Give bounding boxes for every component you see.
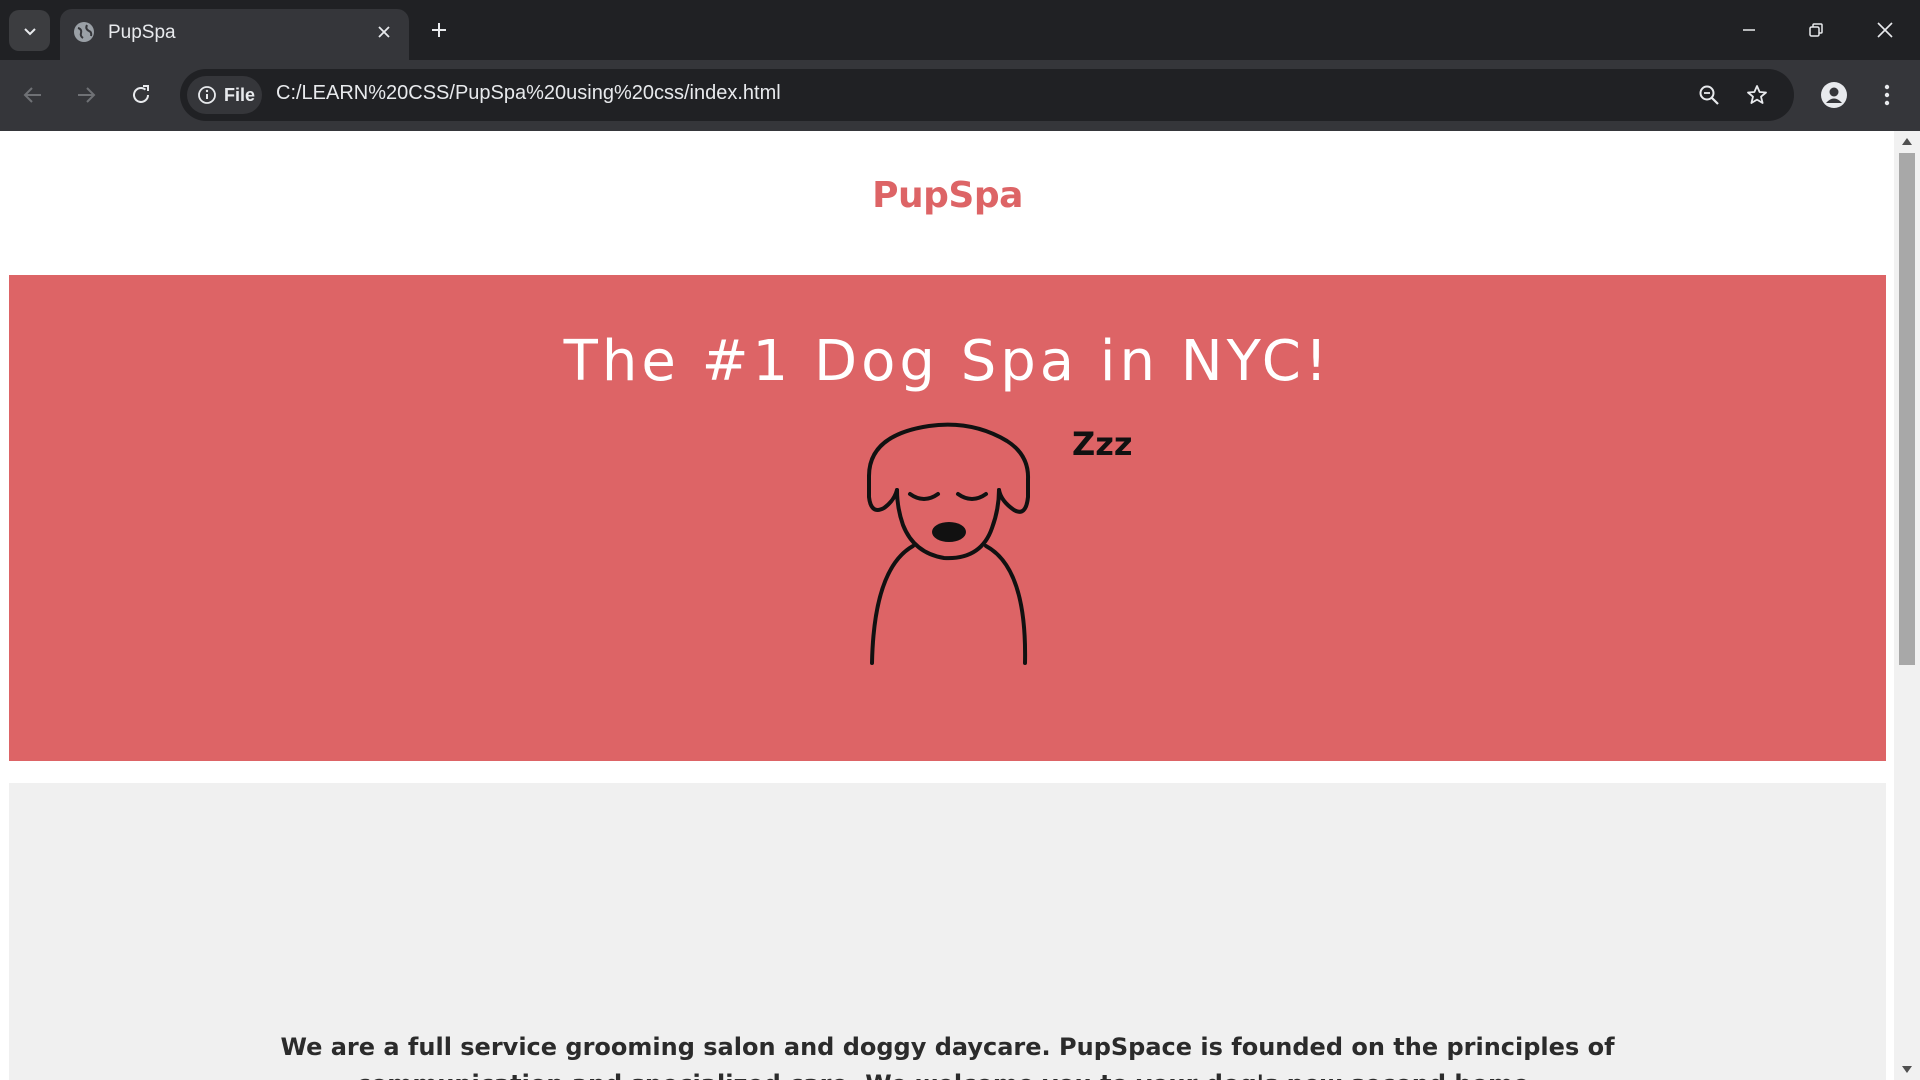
- chevron-down-icon: [23, 27, 36, 35]
- profile-button[interactable]: [1817, 78, 1851, 112]
- triangle-down-icon: [1902, 1066, 1912, 1073]
- site-info-button[interactable]: File: [187, 76, 262, 114]
- site-info-label: File: [224, 84, 256, 105]
- zzz-text: Zzz: [1072, 425, 1132, 463]
- tab-strip: PupSpa: [0, 0, 1920, 60]
- triangle-up-icon: [1902, 138, 1912, 145]
- minimize-button[interactable]: [1726, 12, 1772, 48]
- globe-icon: [74, 22, 94, 42]
- scroll-down-button[interactable]: [1894, 1060, 1920, 1080]
- reload-button[interactable]: [123, 77, 159, 113]
- restore-button[interactable]: [1793, 12, 1839, 48]
- tab-search-button[interactable]: [9, 10, 50, 51]
- address-bar[interactable]: File C:/LEARN%20CSS/PupSpa%20using%20css…: [180, 69, 1794, 121]
- vertical-scrollbar[interactable]: [1894, 131, 1920, 1080]
- browser-tab[interactable]: PupSpa: [60, 9, 409, 60]
- plus-icon: [432, 23, 446, 37]
- zoom-button[interactable]: [1695, 81, 1723, 109]
- person-icon: [1821, 82, 1847, 108]
- zoom-icon: [1699, 85, 1719, 105]
- arrow-right-icon: [78, 87, 96, 103]
- about-text: We are a full service grooming salon and…: [280, 1033, 1615, 1080]
- forward-button[interactable]: [68, 77, 104, 113]
- scroll-up-button[interactable]: [1894, 131, 1920, 151]
- bookmark-button[interactable]: [1743, 81, 1771, 109]
- sleeping-dog-illustration: Zzz: [867, 422, 1132, 665]
- reload-icon: [133, 85, 149, 103]
- back-button[interactable]: [15, 77, 51, 113]
- browser-toolbar: File C:/LEARN%20CSS/PupSpa%20using%20css…: [0, 60, 1920, 131]
- close-icon: [1877, 22, 1893, 38]
- kebab-menu-icon: [1884, 84, 1890, 106]
- new-tab-button[interactable]: [425, 16, 453, 44]
- minimize-icon: [1743, 29, 1755, 31]
- brand-title: PupSpa: [872, 174, 1023, 216]
- tab-close-button[interactable]: [373, 21, 395, 43]
- about-section: We are a full service grooming salon and…: [9, 783, 1886, 1080]
- hero-title: The #1 Dog Spa in NYC!: [563, 329, 1332, 394]
- scrollbar-thumb[interactable]: [1899, 153, 1915, 665]
- info-icon: [198, 86, 216, 104]
- url-text[interactable]: C:/LEARN%20CSS/PupSpa%20using%20css/inde…: [276, 82, 781, 105]
- window-close-button[interactable]: [1862, 12, 1908, 48]
- star-icon: [1747, 85, 1767, 104]
- page-viewport: PupSpa The #1 Dog Spa in NYC! Zzz We are…: [0, 131, 1920, 1080]
- site-header: PupSpa: [9, 131, 1886, 275]
- tab-title: PupSpa: [108, 22, 176, 43]
- browser-menu-button[interactable]: [1872, 78, 1902, 112]
- close-icon: [378, 26, 390, 38]
- restore-icon: [1809, 23, 1823, 37]
- arrow-left-icon: [23, 87, 41, 103]
- page: PupSpa The #1 Dog Spa in NYC! Zzz We are…: [9, 131, 1886, 1080]
- hero-section: The #1 Dog Spa in NYC! Zzz: [9, 275, 1886, 761]
